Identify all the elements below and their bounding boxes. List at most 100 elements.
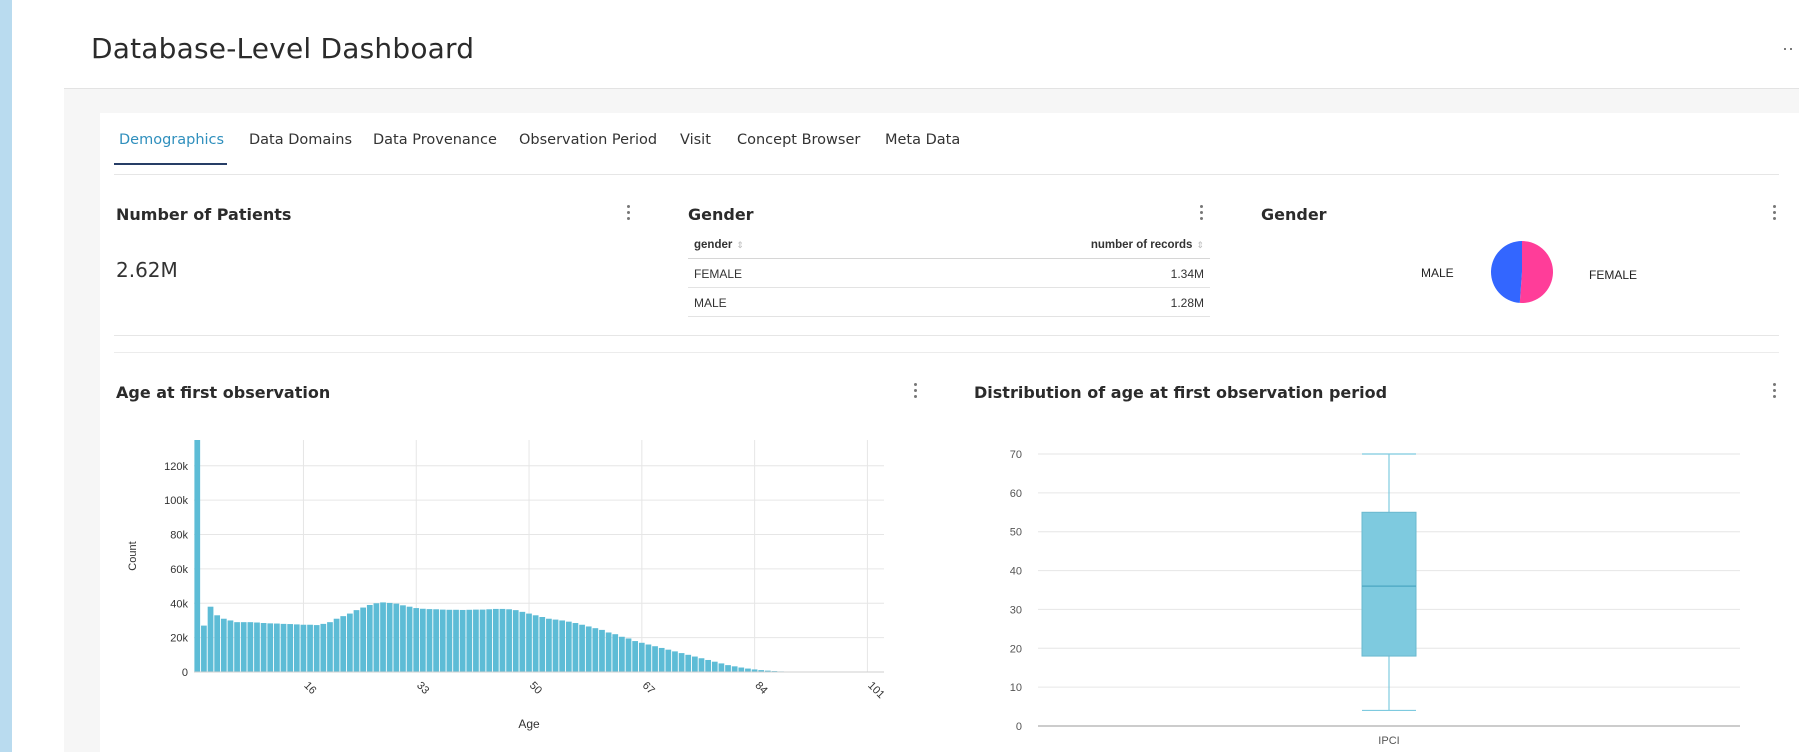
histogram-bar [247, 622, 254, 672]
active-tab-indicator [114, 163, 227, 165]
section-divider [114, 335, 1779, 336]
histogram-bar [413, 608, 420, 672]
table-cell-gender: MALE [694, 296, 727, 310]
x-tick-label: 16 [301, 680, 318, 697]
tab-data-domains[interactable]: Data Domains [249, 132, 352, 148]
tab-data-provenance[interactable]: Data Provenance [373, 132, 497, 148]
pie-slice-female [1519, 241, 1553, 303]
age-boxplot-chart: 0 10 20 30 40 50 60 70 IPCI [1010, 449, 1740, 747]
histogram-bar [240, 622, 247, 672]
age-histogram-card-menu-icon[interactable] [914, 383, 918, 403]
x-tick-label: 50 [527, 680, 544, 697]
histogram-bar [678, 653, 685, 672]
histogram-bar [526, 613, 532, 672]
patients-card-menu-icon[interactable] [627, 205, 631, 225]
histogram-bar [307, 624, 313, 672]
histogram-bar [373, 603, 380, 672]
x-tick-label: 33 [414, 680, 431, 697]
pie-label-female: FEMALE [1589, 268, 1638, 282]
histogram-bar [327, 622, 333, 672]
y-tick-label: 10 [1010, 682, 1022, 694]
histogram-bar [466, 609, 473, 672]
gender-pie-card-menu-icon[interactable] [1773, 205, 1777, 225]
histogram-bar [585, 626, 592, 672]
histogram-bar [645, 644, 652, 672]
gender-pie-chart [1491, 241, 1553, 303]
histogram-bar [254, 622, 260, 672]
histogram-bar [546, 618, 552, 672]
ellipsis-icon[interactable]: ·· [1782, 38, 1794, 59]
column-header-gender[interactable]: gender ⇕ [694, 239, 744, 251]
age-boxplot-card-title: Distribution of age at first observation… [974, 383, 1388, 402]
patients-card-title: Number of Patients [116, 205, 292, 224]
histogram-bar [346, 613, 353, 672]
histogram-bar [234, 622, 240, 672]
histogram-bar [287, 624, 294, 672]
histogram-bar [360, 607, 366, 672]
y-axis-label: Count [127, 541, 139, 570]
tab-observation-period[interactable]: Observation Period [519, 132, 657, 148]
gender-table-card-menu-icon[interactable] [1200, 205, 1204, 225]
histogram-bar [280, 623, 287, 672]
histogram-bar [632, 641, 639, 672]
gender-table: gender ⇕ number of records ⇕ FEMALE 1.34M … [688, 231, 1210, 317]
y-tick-label: 40k [170, 598, 188, 610]
table-cell-gender: FEMALE [694, 267, 743, 281]
left-strip [0, 0, 12, 752]
histogram-bar [499, 608, 506, 672]
tab-demographics[interactable]: Demographics [119, 132, 224, 148]
gender-pie-card-title: Gender [1261, 205, 1327, 224]
histogram-bar [691, 656, 698, 672]
histogram-bar [227, 620, 234, 672]
histogram-bar [214, 615, 221, 672]
box-iqr [1361, 511, 1417, 657]
x-tick-label: 67 [640, 680, 657, 697]
tab-meta-data[interactable]: Meta Data [885, 132, 960, 148]
table-header-row: gender ⇕ number of records ⇕ [688, 231, 1210, 259]
histogram-bar [380, 602, 386, 672]
tab-visit[interactable]: Visit [680, 132, 711, 148]
tabs-divider [114, 174, 1779, 175]
patients-count-value: 2.62M [116, 258, 178, 282]
histogram-bar [658, 647, 665, 672]
histogram-bar [725, 665, 731, 672]
histogram-bar [207, 606, 214, 672]
histogram-bar [486, 609, 493, 672]
histogram-bar [599, 629, 605, 672]
tab-concept-browser[interactable]: Concept Browser [737, 132, 860, 148]
histogram-bar [592, 628, 599, 672]
histogram-bar [386, 602, 393, 672]
histogram-bar [293, 624, 300, 672]
histogram-bar [711, 661, 718, 672]
sort-icon: ⇕ [736, 240, 744, 250]
y-tick-label: 40 [1010, 566, 1022, 578]
histogram-bar [572, 623, 579, 672]
y-tick-label: 80k [170, 530, 188, 542]
histogram-bar [366, 604, 373, 672]
y-tick-label: 60 [1010, 488, 1022, 500]
tab-bar: Demographics Data Domains Data Provenanc… [100, 113, 1799, 167]
pie-slice-male [1491, 241, 1522, 303]
histogram-bar [453, 609, 459, 672]
histogram-bar [492, 608, 499, 672]
table-cell-records: 1.28M [1170, 296, 1204, 310]
y-tick-label: 100k [164, 495, 188, 507]
column-header-records[interactable]: number of records ⇕ [1091, 239, 1204, 251]
histogram-bar [473, 609, 479, 672]
histogram-bar [612, 634, 619, 672]
histogram-bar [605, 632, 612, 672]
histogram-bar [313, 625, 320, 672]
x-tick-label: 84 [753, 680, 770, 697]
histogram-bar [698, 658, 705, 672]
age-boxplot-card-menu-icon[interactable] [1773, 383, 1777, 403]
histogram-bar [426, 609, 433, 672]
histogram-bar [738, 667, 745, 672]
histogram-bar [579, 624, 585, 672]
histogram-bar [267, 623, 274, 672]
page-title: Database-Level Dashboard [91, 32, 475, 65]
histogram-bar [333, 618, 340, 672]
histogram-bar [506, 609, 512, 672]
histogram-bar [400, 605, 406, 672]
histogram-bar [353, 610, 360, 672]
histogram-bar [220, 618, 227, 672]
